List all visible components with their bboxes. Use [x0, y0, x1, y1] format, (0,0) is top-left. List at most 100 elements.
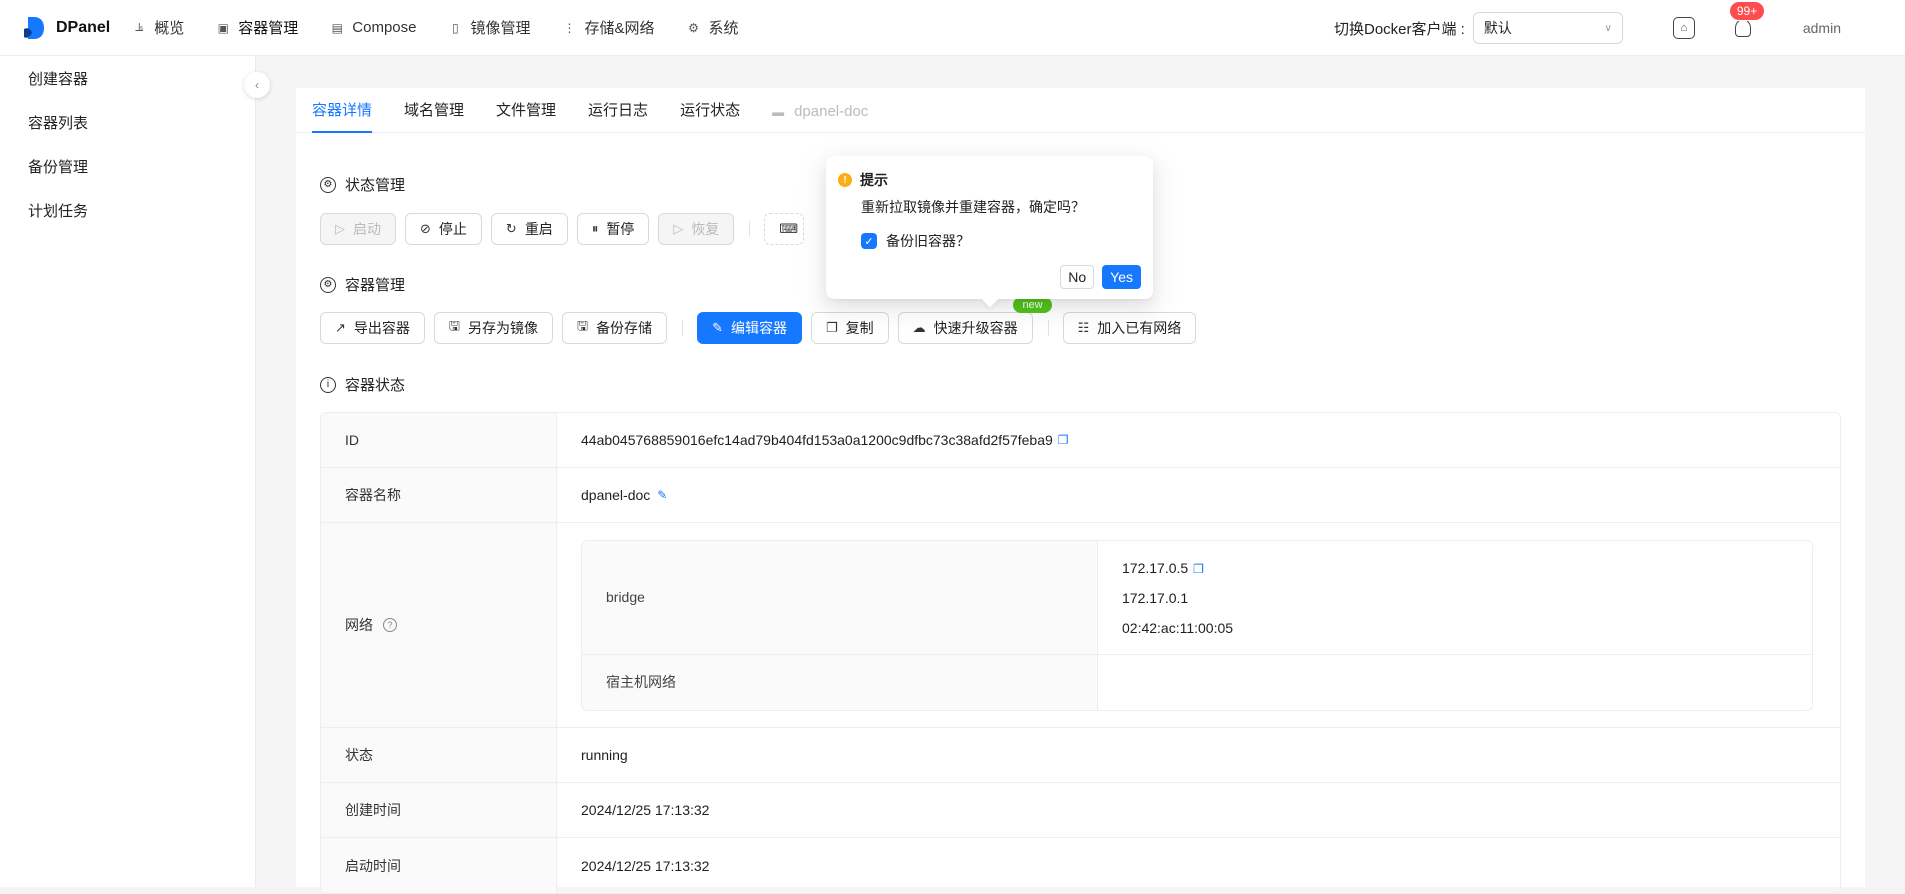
container-status: running: [581, 747, 628, 763]
copy-icon: ❐: [825, 320, 838, 335]
container-icon: ▣: [217, 20, 229, 35]
play-icon: ▷: [673, 221, 684, 236]
popover-title: 提示: [860, 172, 888, 188]
reload-icon: ↻: [505, 221, 517, 236]
tab-run-logs[interactable]: 运行日志: [588, 99, 648, 132]
top-bar: DPanel ⫡ 概览 ▣ 容器管理 ▤ Compose ▯ 镜像管理 ⋮ 存储&网络 ⚙…: [0, 0, 1905, 56]
chevron-down-icon: ∨: [1604, 22, 1612, 34]
divider: [1047, 320, 1049, 336]
detail-row-status: 状态 running: [321, 728, 1840, 783]
no-button[interactable]: No: [1060, 265, 1095, 289]
container-buttons: ↗ 导出容器 🖫 另存为镜像 🖫 备份存储 ✎ 编辑容器 ❐ 复制 ☁ 快速升级容器 new…: [320, 297, 1205, 344]
gear-icon: ⚙: [320, 276, 336, 293]
terminal-button[interactable]: ⌨: [764, 213, 805, 245]
join-network-button[interactable]: ☷ 加入已有网络: [1062, 312, 1197, 344]
detail-row-started: 启动时间 2024/12/25 17:13:32: [321, 838, 1840, 893]
nav-storage-network[interactable]: ⋮ 存储&网络: [563, 17, 655, 38]
tab-container-details[interactable]: 容器详情: [312, 99, 373, 133]
started-time: 2024/12/25 17:13:32: [581, 857, 710, 874]
notification-badge: 99+: [1728, 1, 1766, 21]
nav-system[interactable]: ⚙ 系统: [687, 17, 738, 38]
tab-container-name: ▬ dpanel-doc: [772, 103, 869, 120]
edit-icon: ✎: [712, 320, 723, 335]
nav-overview[interactable]: ⫡ 概览: [132, 17, 184, 38]
save-icon: 🖫: [576, 318, 589, 333]
network-row-host: 宿主机网络: [582, 654, 1812, 710]
tab-file-management[interactable]: 文件管理: [496, 99, 556, 132]
status-buttons: ▷ 启动 ⊘ 停止 ↻ 重启 ⏸ 暂停 ▷ 恢复 ⌨: [320, 213, 813, 245]
quick-upgrade-button[interactable]: ☁ 快速升级容器 new: [897, 297, 1052, 344]
export-icon: ↗: [335, 320, 346, 335]
header-right: 切换Docker客户端 : 默认 ∨ ⌂ 99+ admin: [1334, 0, 1905, 56]
main-nav: ⫡ 概览 ▣ 容器管理 ▤ Compose ▯ 镜像管理 ⋮ 存储&网络 ⚙ 系统: [132, 17, 770, 38]
docker-client-label: 切换Docker客户端 :: [1334, 20, 1465, 38]
edit-container-button[interactable]: ✎ 编辑容器: [697, 312, 802, 344]
docker-client-select[interactable]: 默认 ∨: [1472, 12, 1623, 44]
sidebar-item-backup-management[interactable]: 备份管理: [0, 146, 255, 190]
detail-row-name: 容器名称 dpanel-doc ✎: [321, 468, 1840, 523]
backup-storage-button[interactable]: 🖫 备份存储: [561, 312, 668, 344]
status-management-title: ⚙ 状态管理: [320, 174, 405, 195]
network-mac: 02:42:ac:11:00:05: [1122, 619, 1234, 636]
tab-run-status[interactable]: 运行状态: [680, 99, 740, 132]
detail-tabs: 容器详情 域名管理 文件管理 运行日志 运行状态 ▬ dpanel-doc: [296, 88, 1865, 133]
storage-icon: ⋮: [563, 20, 576, 35]
gear-icon: ⚙: [688, 20, 699, 35]
resume-button[interactable]: ▷ 恢复: [658, 213, 735, 245]
copy-icon[interactable]: ❐: [1193, 562, 1204, 576]
upgrade-confirm-popover: ! 提示 重新拉取镜像并重建容器，确定吗？ ✓ 备份旧容器？ No Yes: [826, 156, 1153, 299]
export-container-button[interactable]: ↗ 导出容器: [320, 312, 425, 344]
chart-icon: ⫡: [135, 20, 144, 34]
gear-icon: ⚙: [320, 176, 336, 193]
restart-button[interactable]: ↻ 重启: [490, 213, 568, 245]
sidebar-collapse-button[interactable]: ‹: [244, 72, 270, 98]
theme-shirt-icon[interactable]: ⌂: [1672, 17, 1695, 39]
backup-old-container-checkbox[interactable]: ✓ 备份旧容器？: [861, 231, 970, 251]
container-details-table: ID 44ab045768859016efc14ad79b404fd153a0a…: [320, 412, 1841, 894]
cloud-upload-icon: ☁: [912, 320, 926, 335]
warning-icon: !: [838, 173, 852, 187]
nav-container-management[interactable]: ▣ 容器管理: [216, 17, 299, 38]
save-as-image-button[interactable]: 🖫 另存为镜像: [433, 312, 553, 344]
info-icon: i: [320, 376, 336, 393]
detail-row-created: 创建时间 2024/12/25 17:13:32: [321, 783, 1840, 838]
network-gateway: 172.17.0.1: [1122, 589, 1189, 606]
copy-icon[interactable]: ❐: [1058, 433, 1069, 447]
yes-button[interactable]: Yes: [1102, 265, 1141, 289]
network-icon: ☷: [1077, 320, 1090, 335]
docker-whale-icon: ▬: [772, 104, 785, 119]
save-icon: 🖫: [448, 318, 460, 333]
edit-icon[interactable]: ✎: [657, 488, 667, 502]
container-id: 44ab045768859016efc14ad79b404fd153a0a120…: [581, 432, 1053, 448]
sidebar-item-container-list[interactable]: 容器列表: [0, 102, 255, 146]
file-icon: ▯: [452, 20, 459, 35]
logo[interactable]: DPanel: [22, 15, 110, 41]
notification-button[interactable]: 99+: [1728, 1, 1766, 37]
dpanel-logo-icon: [24, 16, 44, 39]
nav-compose[interactable]: ▤ Compose: [330, 19, 417, 36]
stop-icon: ⊘: [420, 221, 431, 236]
network-table: bridge 172.17.0.5 ❐ 172.17.0.1 02:42:ac:1…: [581, 539, 1813, 711]
user-menu[interactable]: admin: [1803, 20, 1841, 36]
divider: [682, 320, 684, 336]
detail-row-network: 网络? bridge 172.17.0.5 ❐ 172.17.0.1 02:42:…: [321, 523, 1840, 728]
sidebar-item-create-container[interactable]: 创建容器: [0, 58, 255, 102]
new-tag: new: [1013, 297, 1052, 313]
question-icon[interactable]: ?: [383, 618, 397, 632]
detail-row-id: ID 44ab045768859016efc14ad79b404fd153a0a…: [321, 413, 1840, 468]
nav-image-management[interactable]: ▯ 镜像管理: [448, 17, 530, 38]
stop-button[interactable]: ⊘ 停止: [405, 213, 482, 245]
copy-button[interactable]: ❐ 复制: [810, 312, 889, 344]
network-ip: 172.17.0.5: [1122, 559, 1189, 576]
divider: [749, 221, 751, 237]
checkbox-checked-icon: ✓: [861, 233, 877, 249]
popover-description: 重新拉取镜像并重建容器，确定吗？: [861, 199, 1085, 215]
pause-button[interactable]: ⏸ 暂停: [576, 213, 650, 245]
container-status-title: i 容器状态: [320, 374, 405, 395]
start-button[interactable]: ▷ 启动: [320, 213, 396, 245]
bell-icon: [1734, 19, 1751, 37]
tab-domain-management[interactable]: 域名管理: [404, 99, 464, 132]
sidebar-item-scheduled-tasks[interactable]: 计划任务: [0, 190, 255, 234]
compose-icon: ▤: [331, 20, 343, 35]
sidebar: 创建容器 容器列表 备份管理 计划任务: [0, 56, 256, 887]
